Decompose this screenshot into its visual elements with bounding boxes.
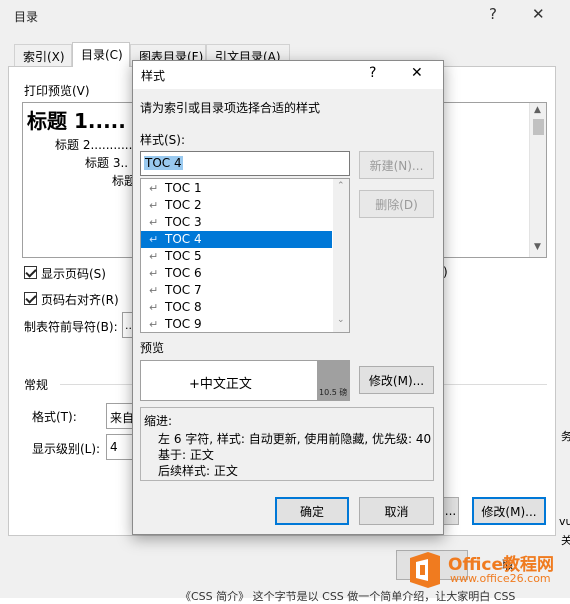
style-list-item[interactable]: ↵ TOC 7 [141, 282, 332, 299]
show-page-numbers-label: 显示页码(S) [41, 267, 106, 281]
style-dialog-titlebar: 样式 ? ✕ [133, 61, 443, 89]
preview-heading-3: 标题 3.. [85, 156, 129, 170]
style-list-item[interactable]: ↵ TOC 5 [141, 248, 332, 265]
office-logo-icon [410, 552, 440, 588]
style-list-item-label: TOC 5 [165, 249, 202, 263]
right-align-checkbox[interactable] [24, 292, 37, 305]
style-list-item-label: TOC 6 [165, 266, 202, 280]
preview-size-panel: 10.5 磅 [317, 361, 349, 400]
style-help-button[interactable]: ? [369, 65, 376, 81]
paragraph-style-icon: ↵ [149, 301, 159, 314]
paragraph-style-icon: ↵ [149, 318, 159, 331]
style-list-item-label: TOC 8 [165, 300, 202, 314]
description-line: 左 6 字符, 样式: 自动更新, 使用前隐藏, 优先级: 40 [158, 432, 432, 446]
description-line: 基于: 正文 [158, 448, 214, 462]
ok-button[interactable]: 确定 [275, 497, 349, 525]
style-list-item[interactable]: ↵ TOC 1 [141, 180, 332, 197]
paragraph-style-icon: ↵ [149, 199, 159, 212]
doc-text-fragment: 关 [561, 534, 570, 547]
instruction-text: 请为索引或目录项选择合适的样式 [140, 101, 321, 115]
doc-text-fragment: vu [559, 515, 570, 528]
paragraph-style-icon: ↵ [149, 216, 159, 229]
paragraph-style-icon: ↵ [149, 250, 159, 263]
paragraph-style-icon: ↵ [149, 182, 159, 195]
tab-leader-label: 制表符前导符(B): [24, 320, 118, 334]
format-label: 格式(T): [32, 410, 77, 424]
style-list-item[interactable]: ↵ TOC 4 [141, 231, 332, 248]
general-section-label: 常规 [24, 378, 49, 392]
tab-index[interactable]: 索引(X) [14, 44, 72, 66]
list-scrollbar[interactable]: ⌃ ⌄ [333, 179, 349, 332]
style-list-item-label: TOC 1 [165, 181, 202, 195]
style-list-item[interactable]: ↵ TOC 3 [141, 214, 332, 231]
list-scroll-down-icon[interactable]: ⌄ [337, 315, 345, 325]
description-line: 后续样式: 正文 [158, 464, 238, 478]
watermark-url: www.office26.com [450, 572, 551, 585]
scroll-up-icon[interactable]: ▲ [534, 105, 541, 115]
preview-heading-1: 标题 1..... [27, 109, 126, 133]
paragraph-style-icon: ↵ [149, 284, 159, 297]
scroll-thumb[interactable] [533, 119, 544, 135]
style-dialog-title: 样式 [141, 69, 166, 83]
style-label: 样式(S): [140, 133, 186, 147]
style-list-item-label: TOC 3 [165, 215, 202, 229]
list-scroll-up-icon[interactable]: ⌃ [337, 181, 345, 191]
cancel-button[interactable]: 取消 [359, 497, 434, 525]
preview-heading-2: 标题 2........... [55, 138, 133, 152]
paragraph-style-icon: ↵ [149, 233, 159, 246]
dialog-title: 目录 [14, 10, 39, 24]
doc-text-fragment: 务 [561, 430, 570, 443]
style-dialog: 样式 ? ✕ 请为索引或目录项选择合适的样式 样式(S): TOC 4 ↵ TOC… [132, 60, 444, 535]
watermark: Office教程网 www.office26.com [406, 548, 566, 594]
show-page-numbers-checkbox[interactable] [24, 266, 37, 279]
style-list-item-label: TOC 2 [165, 198, 202, 212]
close-icon[interactable]: ✕ [532, 5, 545, 23]
help-button[interactable]: ? [489, 5, 497, 23]
preview-size-text: 10.5 磅 [319, 388, 348, 397]
style-list-item[interactable]: ↵ TOC 2 [141, 197, 332, 214]
style-input-value: TOC 4 [144, 156, 183, 170]
scroll-down-icon[interactable]: ▼ [534, 242, 541, 252]
style-list-item-label: TOC 7 [165, 283, 202, 297]
new-style-button[interactable]: 新建(N)... [359, 151, 434, 179]
style-close-icon[interactable]: ✕ [411, 65, 423, 81]
tab-toc[interactable]: 目录(C) [72, 42, 130, 67]
style-list-item[interactable]: ↵ TOC 6 [141, 265, 332, 282]
right-align-label: 页码右对齐(R) [41, 293, 119, 307]
options-button-partial[interactable]: ... [443, 497, 459, 525]
style-listbox[interactable]: ↵ TOC 1 ↵ TOC 2 ↵ TOC 3 ↵ TOC 4 ↵ TOC 5 ↵ TOC 6 ↵ TOC… [140, 178, 350, 333]
style-list-item[interactable]: ↵ TOC 9 [141, 316, 332, 333]
show-levels-label: 显示级别(L): [32, 442, 101, 456]
style-list-item-label: TOC 4 [165, 232, 202, 246]
style-list-item[interactable]: ↵ TOC 8 [141, 299, 332, 316]
print-preview-label: 打印预览(V) [24, 84, 90, 98]
preview-scrollbar[interactable]: ▲ ▼ [529, 103, 546, 257]
paragraph-style-icon: ↵ [149, 267, 159, 280]
preview-label: 预览 [140, 341, 165, 355]
style-description: 缩进: 左 6 字符, 样式: 自动更新, 使用前隐藏, 优先级: 40 基于:… [140, 407, 434, 481]
style-preview-box: +中文正文 10.5 磅 [140, 360, 350, 401]
style-preview-text: +中文正文 [189, 377, 252, 392]
style-list-item-label: TOC 9 [165, 317, 202, 331]
outer-modify-button[interactable]: 修改(M)... [472, 497, 546, 525]
style-modify-button[interactable]: 修改(M)... [359, 366, 434, 394]
style-input[interactable]: TOC 4 [140, 151, 350, 176]
description-title: 缩进: [144, 414, 173, 428]
delete-style-button[interactable]: 删除(D) [359, 190, 434, 218]
